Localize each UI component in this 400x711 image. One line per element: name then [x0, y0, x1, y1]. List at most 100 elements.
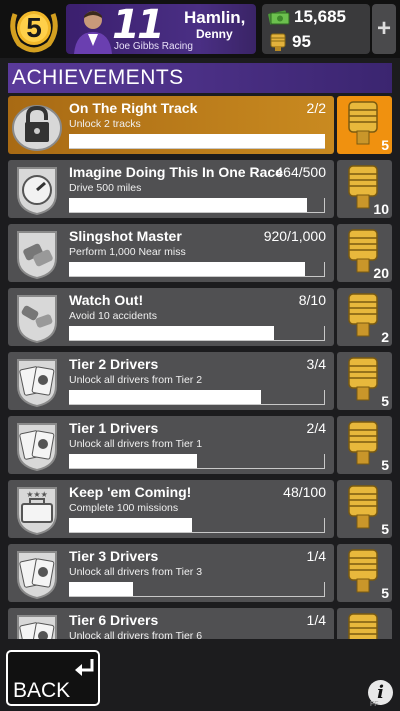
achievement-description: Complete 100 missions	[69, 502, 179, 514]
plus-icon: +	[376, 15, 391, 42]
reward-box[interactable]: 2	[337, 288, 392, 346]
reward-count: 20	[373, 265, 389, 281]
back-label: BACK	[13, 679, 71, 702]
achievement-progress: 464/500	[275, 164, 326, 180]
page-title: ACHIEVEMENTS	[8, 63, 392, 93]
reward-box[interactable]: 5	[337, 96, 392, 154]
add-currency-button[interactable]: +	[372, 4, 396, 54]
level-badge[interactable]: 5	[5, 4, 63, 54]
achievement-progress: 3/4	[306, 356, 326, 372]
achievement-card[interactable]: On The Right Track 2/2 Unlock 2 tracks	[8, 96, 334, 154]
piston-icon	[270, 33, 286, 51]
return-arrow-icon	[75, 659, 94, 676]
achievement-description: Avoid 10 accidents	[69, 310, 157, 322]
achievement-progress: 1/4	[306, 548, 326, 564]
achievement-progress: 1/4	[306, 612, 326, 628]
driver-cards-icon	[17, 551, 57, 600]
reward-count: 5	[381, 521, 389, 537]
achievement-row[interactable]: Watch Out! 8/10 Avoid 10 accidents 2	[8, 288, 392, 346]
progress-bar-fill	[69, 326, 274, 340]
achievement-title: Tier 6 Drivers	[69, 612, 159, 628]
achievement-title: Tier 2 Drivers	[69, 356, 159, 372]
achievement-progress: 2/2	[306, 100, 326, 116]
driver-last-name: Hamlin,	[184, 8, 246, 27]
speedometer-icon	[17, 167, 57, 216]
level-number: 5	[26, 12, 42, 43]
progress-bar	[69, 134, 325, 149]
achievement-row[interactable]: Tier 1 Drivers 2/4 Unlock all drivers from…	[8, 416, 392, 474]
reward-box[interactable]: 10	[337, 160, 392, 218]
achievement-progress: 8/10	[298, 292, 326, 308]
driver-card[interactable]: 11 Hamlin, Denny Joe Gibbs Racing	[66, 4, 256, 54]
achievement-description: Perform 1,000 Near miss	[69, 246, 186, 258]
reward-box[interactable]: 5	[337, 608, 392, 639]
achievement-card[interactable]: ★★★ Keep 'em Coming! 48/100 Complete 100 mi…	[8, 480, 334, 538]
piston-icon	[348, 485, 378, 529]
top-bar: 5 11 Hamlin, Denny Joe Gibbs Racing 15,6…	[0, 0, 400, 58]
reward-count: 5	[381, 137, 389, 153]
achievement-title: Slingshot Master	[69, 228, 182, 244]
reward-box[interactable]: 5	[337, 416, 392, 474]
achievement-title: Watch Out!	[69, 292, 144, 308]
achievement-description: Unlock all drivers from Tier 6	[69, 630, 203, 639]
progress-bar-fill	[69, 134, 325, 148]
achievement-row[interactable]: ★★★ Keep 'em Coming! 48/100 Complete 100 mi…	[8, 480, 392, 538]
reward-box[interactable]: 5	[337, 544, 392, 602]
reward-count: 10	[373, 201, 389, 217]
achievement-title: On The Right Track	[69, 100, 198, 116]
piston-icon	[348, 357, 378, 401]
achievement-description: Unlock all drivers from Tier 2	[69, 374, 203, 386]
money-icon	[268, 10, 290, 25]
achievement-card[interactable]: Slingshot Master 920/1,000 Perform 1,000 N…	[8, 224, 334, 282]
progress-bar-fill	[69, 198, 307, 212]
achievement-card[interactable]: Tier 3 Drivers 1/4 Unlock all drivers from…	[8, 544, 334, 602]
watermark: FF	[370, 701, 379, 708]
achievement-description: Unlock all drivers from Tier 3	[69, 566, 203, 578]
progress-bar	[69, 390, 325, 405]
reward-count: 5	[381, 457, 389, 473]
achievement-title: Tier 3 Drivers	[69, 548, 159, 564]
piston-value: 95	[292, 32, 311, 51]
achievement-description: Drive 500 miles	[69, 182, 142, 194]
achievement-card[interactable]: Tier 2 Drivers 3/4 Unlock all drivers from…	[8, 352, 334, 410]
piston-icon	[348, 549, 378, 593]
crash-icon	[17, 295, 57, 344]
reward-count: 2	[381, 329, 389, 345]
reward-box[interactable]: 5	[337, 352, 392, 410]
achievement-row[interactable]: On The Right Track 2/2 Unlock 2 tracks 5	[8, 96, 392, 154]
progress-bar-fill	[69, 454, 197, 468]
reward-box[interactable]: 20	[337, 224, 392, 282]
piston-icon	[348, 293, 378, 337]
back-button[interactable]: BACK	[6, 650, 100, 706]
piston-icon	[348, 421, 378, 465]
achievement-title: Imagine Doing This In One Race	[69, 164, 283, 180]
currency-box: 15,685 95	[262, 4, 370, 54]
achievements-list[interactable]: On The Right Track 2/2 Unlock 2 tracks 5 Ima…	[8, 96, 392, 639]
piston-row: 95	[268, 32, 311, 52]
driver-cards-icon	[17, 615, 57, 639]
achievement-description: Unlock 2 tracks	[69, 118, 141, 130]
progress-bar-fill	[69, 390, 261, 404]
achievement-row[interactable]: Tier 6 Drivers 1/4 Unlock all drivers from…	[8, 608, 392, 639]
achievement-title: Tier 1 Drivers	[69, 420, 159, 436]
achievement-row[interactable]: Tier 3 Drivers 1/4 Unlock all drivers from…	[8, 544, 392, 602]
achievement-card[interactable]: Tier 1 Drivers 2/4 Unlock all drivers from…	[8, 416, 334, 474]
reward-box[interactable]: 5	[337, 480, 392, 538]
achievement-card[interactable]: Tier 6 Drivers 1/4 Unlock all drivers from…	[8, 608, 334, 639]
piston-icon	[348, 101, 378, 145]
achievement-row[interactable]: Imagine Doing This In One Race 464/500 Dri…	[8, 160, 392, 218]
achievement-card[interactable]: Watch Out! 8/10 Avoid 10 accidents	[8, 288, 334, 346]
achievement-row[interactable]: Slingshot Master 920/1,000 Perform 1,000 N…	[8, 224, 392, 282]
reward-count: 5	[381, 585, 389, 601]
slingshot-icon	[17, 231, 57, 280]
padlock-icon	[12, 105, 62, 151]
progress-bar	[69, 518, 325, 533]
achievement-description: Unlock all drivers from Tier 1	[69, 438, 203, 450]
progress-bar	[69, 454, 325, 469]
achievement-row[interactable]: Tier 2 Drivers 3/4 Unlock all drivers from…	[8, 352, 392, 410]
progress-bar	[69, 262, 325, 277]
driver-cards-icon	[17, 423, 57, 472]
progress-bar-fill	[69, 518, 192, 532]
achievement-card[interactable]: Imagine Doing This In One Race 464/500 Dri…	[8, 160, 334, 218]
cash-row: 15,685	[268, 7, 346, 27]
